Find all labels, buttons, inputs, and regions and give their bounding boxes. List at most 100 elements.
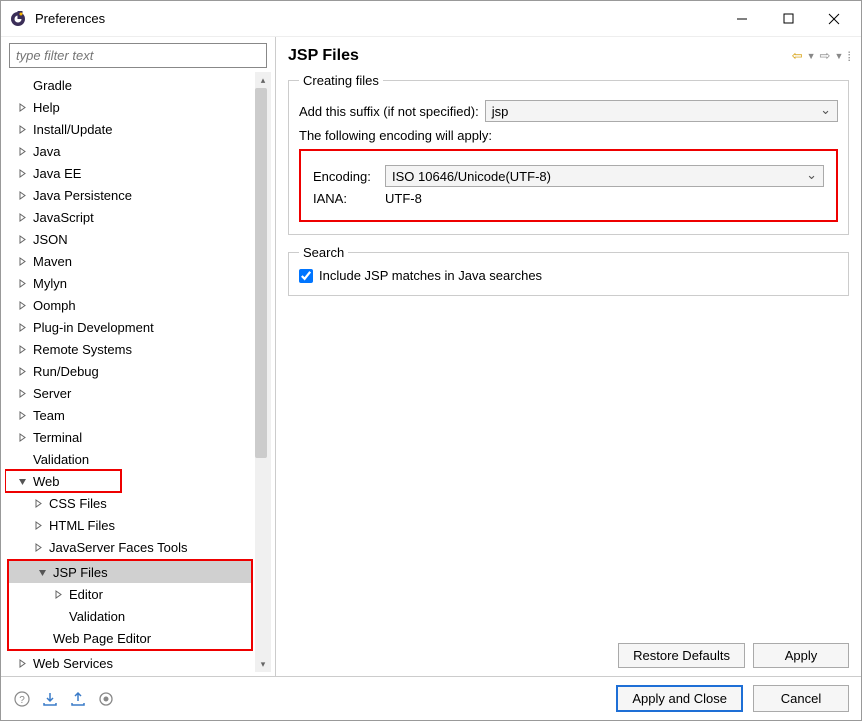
encoding-combo[interactable]: ISO 10646/Unicode(UTF-8) [385, 165, 824, 187]
iana-value: UTF-8 [385, 191, 422, 206]
oomph-icon[interactable] [97, 690, 115, 708]
tree-item-label: Web Page Editor [51, 631, 151, 646]
tree-item[interactable]: CSS Files [5, 492, 271, 514]
chevron-down-icon[interactable] [35, 565, 49, 579]
tree-item[interactable]: Server [5, 382, 271, 404]
tree-item-label: Mylyn [31, 276, 67, 291]
tree-item[interactable]: Maven [5, 250, 271, 272]
chevron-right-icon[interactable] [15, 342, 29, 356]
chevron-right-icon[interactable] [51, 587, 65, 601]
tree-item[interactable]: Team [5, 404, 271, 426]
expander-placeholder [15, 452, 29, 466]
preferences-tree[interactable]: Gradle HelpInstall/UpdateJavaJava EE Java … [5, 72, 271, 672]
apply-button[interactable]: Apply [753, 643, 849, 668]
tree-item[interactable]: Mylyn [5, 272, 271, 294]
maximize-button[interactable] [765, 3, 811, 35]
tree-item[interactable]: Web Page Editor [9, 627, 251, 649]
footer-icons: ? [13, 690, 115, 708]
chevron-right-icon[interactable] [15, 188, 29, 202]
tree-item[interactable]: Install/Update [5, 118, 271, 140]
chevron-right-icon[interactable] [15, 298, 29, 312]
chevron-down-icon[interactable] [15, 474, 29, 488]
tree-item[interactable]: Java [5, 140, 271, 162]
tree-item-label: Web Services [31, 656, 113, 671]
view-menu-icon[interactable]: ⁞ [847, 49, 849, 64]
tree-item-label: Oomph [31, 298, 76, 313]
window-controls [719, 3, 857, 35]
chevron-right-icon[interactable] [15, 232, 29, 246]
cancel-button[interactable]: Cancel [753, 685, 849, 712]
page-toolbar: ⇦ ▼ ⇨ ▼ ⁞ [792, 48, 849, 64]
tree-item[interactable]: Help [5, 96, 271, 118]
chevron-right-icon[interactable] [15, 364, 29, 378]
tree-item[interactable]: Run/Debug [5, 360, 271, 382]
creating-files-legend: Creating files [299, 73, 383, 88]
chevron-right-icon[interactable] [15, 144, 29, 158]
tree-item[interactable]: Java Persistence [5, 184, 271, 206]
scroll-down-icon[interactable]: ▾ [255, 656, 271, 672]
chevron-right-icon[interactable] [15, 122, 29, 136]
chevron-right-icon[interactable] [31, 496, 45, 510]
scroll-up-icon[interactable]: ▴ [255, 72, 271, 88]
dialog-footer: ? Apply and Close Cancel [1, 676, 861, 720]
scroll-track[interactable] [255, 88, 271, 656]
forward-icon[interactable]: ⇨ [820, 48, 831, 64]
encoding-value: ISO 10646/Unicode(UTF-8) [392, 169, 551, 184]
encoding-highlight-box: Encoding: ISO 10646/Unicode(UTF-8) IANA:… [299, 149, 838, 222]
tree-item[interactable]: Terminal [5, 426, 271, 448]
chevron-right-icon[interactable] [15, 166, 29, 180]
chevron-right-icon[interactable] [31, 518, 45, 532]
scroll-thumb[interactable] [255, 88, 267, 458]
include-jsp-label[interactable]: Include JSP matches in Java searches [319, 268, 542, 283]
tree-item[interactable]: Web [5, 470, 121, 492]
tree-item-label: Java Persistence [31, 188, 132, 203]
creating-files-group: Creating files Add this suffix (if not s… [288, 73, 849, 235]
tree-item[interactable]: Java EE [5, 162, 271, 184]
export-prefs-icon[interactable] [69, 690, 87, 708]
tree-item-label: Editor [67, 587, 103, 602]
chevron-right-icon[interactable] [15, 656, 29, 670]
include-jsp-checkbox[interactable] [299, 269, 313, 283]
back-icon[interactable]: ⇦ [792, 48, 803, 64]
tree-item[interactable]: Validation [5, 448, 271, 470]
chevron-right-icon[interactable] [15, 386, 29, 400]
tree-item[interactable]: Oomph [5, 294, 271, 316]
chevron-right-icon[interactable] [15, 408, 29, 422]
chevron-right-icon[interactable] [15, 210, 29, 224]
forward-menu-icon[interactable]: ▼ [834, 51, 843, 61]
chevron-right-icon[interactable] [15, 254, 29, 268]
import-prefs-icon[interactable] [41, 690, 59, 708]
tree-item-label: CSS Files [47, 496, 107, 511]
tree-item[interactable]: Validation [9, 605, 251, 627]
tree-item[interactable]: HTML Files [5, 514, 271, 536]
help-icon[interactable]: ? [13, 690, 31, 708]
suffix-combo[interactable]: jsp [485, 100, 838, 122]
tree-wrap: Gradle HelpInstall/UpdateJavaJava EE Java … [5, 72, 271, 672]
chevron-right-icon[interactable] [15, 430, 29, 444]
tree-item[interactable]: JavaServer Faces Tools [5, 536, 271, 558]
tree-item[interactable]: Editor [9, 583, 251, 605]
tree-item[interactable]: Remote Systems [5, 338, 271, 360]
tree-item[interactable]: Web Services [5, 652, 271, 672]
back-menu-icon[interactable]: ▼ [807, 51, 816, 61]
apply-and-close-button[interactable]: Apply and Close [616, 685, 743, 712]
tree-scrollbar[interactable]: ▴ ▾ [255, 72, 271, 672]
tree-item-label: Team [31, 408, 65, 423]
filter-input[interactable] [9, 43, 267, 68]
minimize-button[interactable] [719, 3, 765, 35]
chevron-right-icon[interactable] [15, 100, 29, 114]
restore-defaults-button[interactable]: Restore Defaults [618, 643, 745, 668]
close-button[interactable] [811, 3, 857, 35]
tree-item[interactable]: JSON [5, 228, 271, 250]
tree-item[interactable]: JSP Files [9, 561, 251, 583]
tree-item[interactable]: JavaScript [5, 206, 271, 228]
chevron-right-icon[interactable] [15, 276, 29, 290]
chevron-right-icon[interactable] [15, 320, 29, 334]
chevron-right-icon[interactable] [31, 540, 45, 554]
suffix-value: jsp [492, 104, 509, 119]
tree-item-label: Web [31, 474, 60, 489]
tree-item[interactable]: Gradle [5, 74, 271, 96]
tree-item-label: Gradle [31, 78, 72, 93]
tree-item[interactable]: Plug-in Development [5, 316, 271, 338]
suffix-label: Add this suffix (if not specified): [299, 104, 479, 119]
